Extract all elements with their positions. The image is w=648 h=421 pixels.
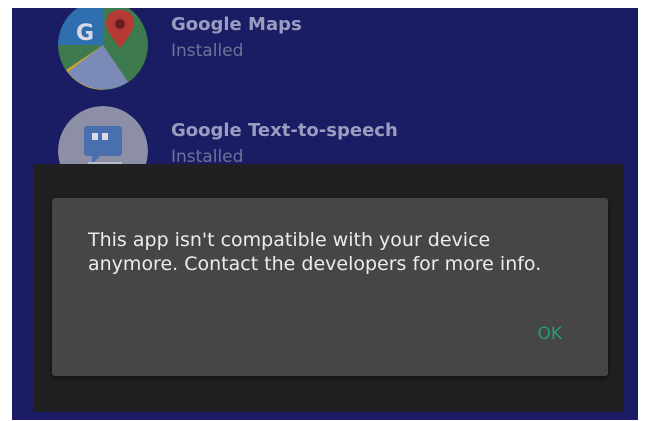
incompatible-app-dialog: This app isn't compatible with your devi… (52, 198, 608, 376)
app-name: Google Text-to-speech (171, 120, 398, 141)
svg-text:G: G (76, 21, 94, 46)
ok-button[interactable]: OK (531, 322, 568, 346)
google-maps-icon: G (58, 8, 148, 90)
app-list-item-google-maps[interactable]: G Google Maps Installed (58, 8, 578, 90)
app-status: Installed (171, 41, 244, 61)
app-name: Google Maps (171, 14, 302, 35)
dialog-message: This app isn't compatible with your devi… (88, 229, 542, 275)
app-screen: G Google Maps Installed Google Text-to-s… (12, 8, 638, 420)
